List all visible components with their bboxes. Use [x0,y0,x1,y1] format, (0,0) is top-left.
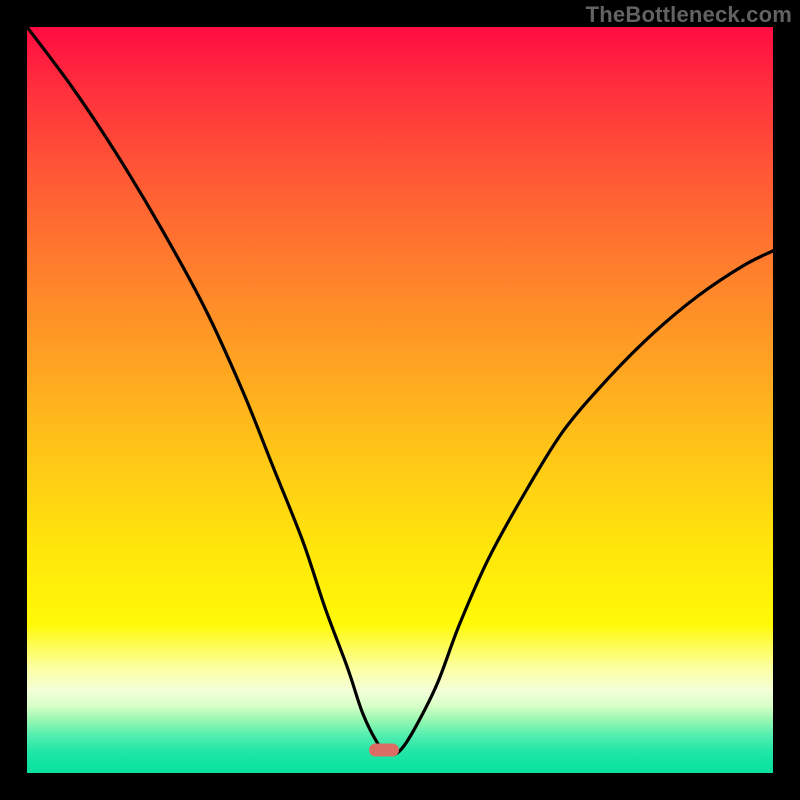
plot-area [27,27,773,773]
bottleneck-curve [27,27,773,773]
watermark-text: TheBottleneck.com [586,2,792,28]
chart-frame: TheBottleneck.com [0,0,800,800]
optimum-marker [369,743,399,756]
